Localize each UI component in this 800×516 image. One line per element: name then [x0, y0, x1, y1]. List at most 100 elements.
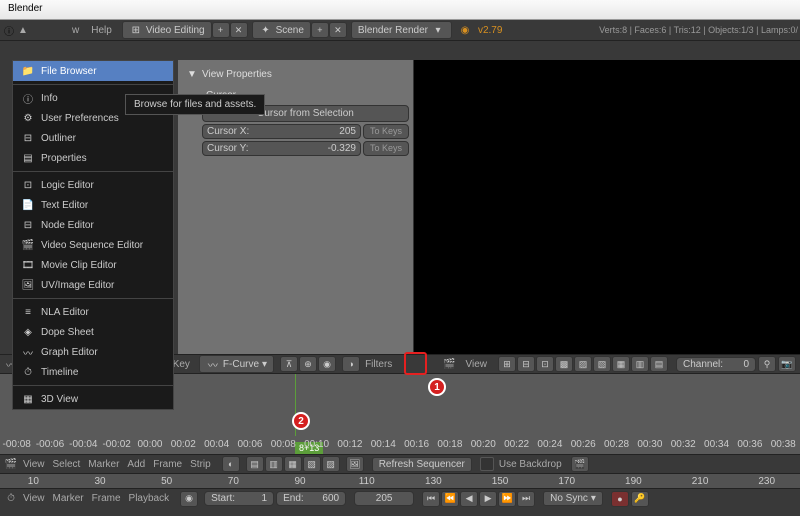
current-frame-field[interactable]: 205: [354, 491, 414, 506]
timeline-frame-numbers[interactable]: 1030507090110130150170190210230: [0, 474, 800, 488]
start-frame-field[interactable]: Start:1: [204, 491, 274, 506]
menu-movie[interactable]: 🎞Movie Clip Editor: [13, 255, 173, 275]
keying-icon[interactable]: 🔑: [631, 491, 649, 507]
next-keyframe-icon[interactable]: ⏩: [498, 491, 516, 507]
menu-text[interactable]: 📄Text Editor: [13, 195, 173, 215]
cursor-y-field[interactable]: Cursor Y:-0.329: [202, 141, 361, 156]
menu-view-right[interactable]: View: [463, 359, 491, 370]
menu-add[interactable]: Add: [124, 459, 148, 470]
play-icon[interactable]: ▶: [479, 491, 497, 507]
sync-mode-dropdown[interactable]: No Sync▾: [543, 491, 603, 506]
refresh-sequencer-button[interactable]: Refresh Sequencer: [372, 457, 472, 472]
tick-label: 00:34: [700, 439, 733, 451]
to-keys-button[interactable]: To Keys: [363, 141, 409, 156]
scene-dropdown[interactable]: ✦Scene: [252, 21, 311, 39]
seq-tool-icon[interactable]: ▤: [246, 456, 264, 472]
menu-properties[interactable]: ▤Properties: [13, 148, 173, 168]
tool-icon[interactable]: ▥: [631, 356, 649, 372]
separator: [13, 84, 173, 85]
menu-view[interactable]: View: [20, 493, 48, 504]
menu-outliner[interactable]: ⊟Outliner: [13, 128, 173, 148]
end-frame-field[interactable]: End:600: [276, 491, 346, 506]
menu-vse[interactable]: 🎬Video Sequence Editor: [13, 235, 173, 255]
props-icon: ▤: [21, 151, 35, 165]
sync-icon[interactable]: ◉: [180, 491, 198, 507]
cube-icon: ▦: [21, 392, 35, 406]
menu-marker[interactable]: Marker: [85, 459, 122, 470]
tool-icon[interactable]: ▨: [574, 356, 592, 372]
pivot-icon[interactable]: ◉: [318, 356, 336, 372]
del-layout-icon[interactable]: ✕: [230, 22, 248, 38]
info-icon: ⓘ: [21, 91, 35, 105]
backdrop-checkbox[interactable]: [480, 457, 494, 471]
del-scene-icon[interactable]: ✕: [329, 22, 347, 38]
filters-icon[interactable]: ◑: [342, 356, 360, 372]
editor-type-icon-right[interactable]: 🎬: [443, 357, 457, 371]
jump-end-icon[interactable]: ⏭: [517, 491, 535, 507]
render-icon[interactable]: 🎬: [571, 456, 589, 472]
tool-icon[interactable]: ⊟: [517, 356, 535, 372]
menu-3dview[interactable]: ▦3D View: [13, 389, 173, 409]
menu-nla[interactable]: ≡NLA Editor: [13, 302, 173, 322]
menu-view[interactable]: View: [20, 459, 48, 470]
seq-tool-icon[interactable]: ▨: [322, 456, 340, 472]
display-mode-icon[interactable]: ◐: [222, 456, 240, 472]
menu-playback[interactable]: Playback: [126, 493, 173, 504]
snap-icon[interactable]: ⊕: [299, 356, 317, 372]
menu-uv[interactable]: 🖼UV/Image Editor: [13, 275, 173, 295]
filters-label[interactable]: Filters: [362, 359, 395, 370]
jump-start-icon[interactable]: ⏮: [422, 491, 440, 507]
layout-dropdown[interactable]: ⊞Video Editing: [122, 21, 212, 39]
autokey-icon[interactable]: ●: [611, 491, 629, 507]
triangle-icon[interactable]: ▲: [16, 23, 30, 37]
menu-frame[interactable]: Frame: [150, 459, 185, 470]
seq-tool-icon[interactable]: ▧: [303, 456, 321, 472]
menu-w[interactable]: w: [66, 23, 85, 38]
menu-strip[interactable]: Strip: [187, 459, 214, 470]
menu-select[interactable]: Select: [50, 459, 84, 470]
view-props-header[interactable]: ▼View Properties: [182, 64, 409, 84]
renderer-dropdown[interactable]: Blender Render▾: [351, 21, 452, 39]
text-icon: 📄: [21, 198, 35, 212]
menu-node[interactable]: ⊟Node Editor: [13, 215, 173, 235]
play-reverse-icon[interactable]: ◀: [460, 491, 478, 507]
tool-icon[interactable]: ⊡: [536, 356, 554, 372]
menu-dope[interactable]: ◈Dope Sheet: [13, 322, 173, 342]
menu-graph[interactable]: 〰Graph Editor: [13, 342, 173, 362]
add-scene-icon[interactable]: +: [311, 22, 329, 38]
tick-label: 00:00: [133, 439, 166, 451]
timeline-header: ⏱ View Marker Frame Playback ◉ Start:1 E…: [0, 488, 800, 508]
movie-icon: 🎞: [21, 258, 35, 272]
menu-marker[interactable]: Marker: [50, 493, 87, 504]
tool-icon[interactable]: ▧: [593, 356, 611, 372]
channel-field[interactable]: Channel:0: [676, 357, 756, 372]
annotation-box: [404, 352, 427, 375]
normalize-icon[interactable]: ⊼: [280, 356, 298, 372]
menu-logic[interactable]: ⊡Logic Editor: [13, 175, 173, 195]
menu-file-browser[interactable]: 📁File Browser: [13, 61, 173, 81]
editor-type-icon[interactable]: 🎬: [4, 457, 18, 471]
menu-timeline[interactable]: ⏱Timeline: [13, 362, 173, 382]
tool-icon[interactable]: ▦: [612, 356, 630, 372]
tick-label: 00:14: [367, 439, 400, 451]
to-keys-button[interactable]: To Keys: [363, 124, 409, 139]
tool-icon[interactable]: ⊞: [498, 356, 516, 372]
fcurve-dropdown[interactable]: 〰F-Curve▾: [199, 355, 274, 373]
prev-keyframe-icon[interactable]: ⏪: [441, 491, 459, 507]
editor-type-icon[interactable]: ⏱: [4, 492, 18, 506]
seq-tool-icon[interactable]: ▦: [284, 456, 302, 472]
tick-label: 00:06: [233, 439, 266, 451]
chevron-down-icon: ▾: [591, 493, 596, 504]
cursor-x-field[interactable]: Cursor X:205: [202, 124, 361, 139]
menu-help[interactable]: Help: [85, 23, 118, 38]
preview-icon[interactable]: 🖼: [346, 456, 364, 472]
tool-icon[interactable]: ▤: [650, 356, 668, 372]
seq-tool-icon[interactable]: ▥: [265, 456, 283, 472]
menu-frame[interactable]: Frame: [89, 493, 124, 504]
camera-icon[interactable]: 📷: [778, 356, 796, 372]
editor-type-icon[interactable]: ⓘ: [2, 23, 16, 37]
tool-icon[interactable]: ▩: [555, 356, 573, 372]
record-icon[interactable]: ⚲: [758, 356, 776, 372]
3d-viewport[interactable]: [414, 60, 800, 354]
add-layout-icon[interactable]: +: [212, 22, 230, 38]
